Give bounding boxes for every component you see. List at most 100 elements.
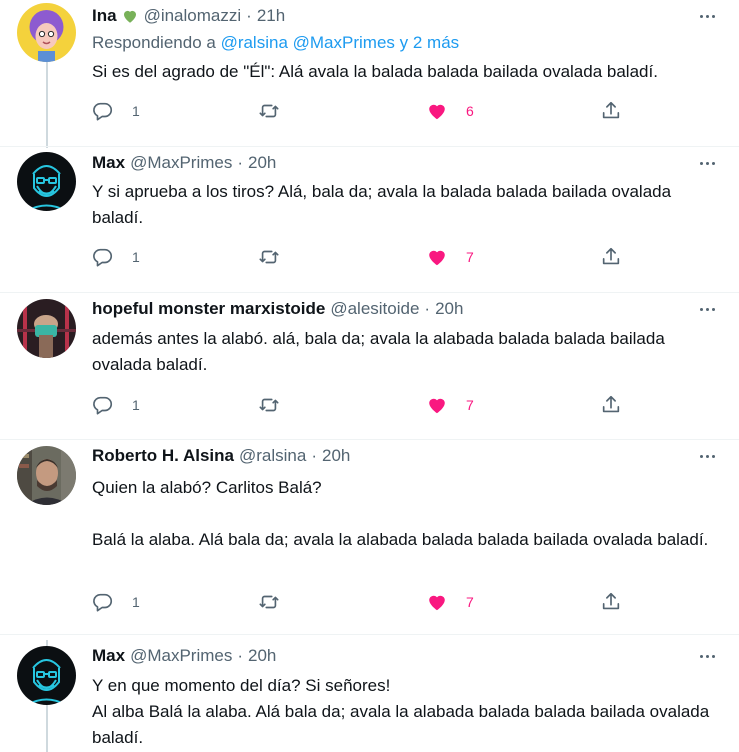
reply-count: 1 [132,103,140,119]
timestamp[interactable]: 20h [248,645,276,667]
like-count: 7 [466,594,474,610]
reply-button[interactable]: 1 [92,590,140,614]
tweet[interactable]: Ina @inalomazzi · 21h Respondiendo a @ra… [0,0,739,147]
mention-link[interactable]: @ralsina [221,33,288,52]
reply-icon [93,102,113,121]
tweet-paragraph: Y en que momento del día? Si señores! [92,676,391,695]
green-heart-icon [123,10,136,23]
share-button[interactable] [600,245,622,269]
more-options-icon[interactable] [695,644,719,668]
timestamp[interactable]: 21h [257,5,285,27]
retweet-icon [259,250,279,264]
heart-filled-icon [429,595,445,611]
author-name[interactable]: Ina [92,5,117,27]
tweet-header: hopeful monster marxistoide @alesitoide … [92,298,463,320]
author-handle[interactable]: @MaxPrimes [130,645,232,667]
share-button[interactable] [600,393,622,417]
tweet-text: Quien la alabó? Carlitos Balá? Balá la a… [92,475,722,553]
more-options-icon[interactable] [695,4,719,28]
tweet-actions: 1 7 [92,590,632,614]
author-name[interactable]: Max [92,645,125,667]
replying-prefix: Respondiendo a [92,33,216,52]
timestamp[interactable]: 20h [435,298,463,320]
tweet-header: Max @MaxPrimes · 20h [92,152,276,174]
more-mentions-link[interactable]: y 2 más [400,33,460,52]
timestamp[interactable]: 20h [322,445,350,467]
like-count: 6 [466,103,474,119]
separator: · [237,153,244,172]
retweet-button[interactable] [258,245,280,269]
tweet-text: además antes la alabó. alá, bala da; ava… [92,326,722,378]
author-name[interactable]: hopeful monster marxistoide [92,298,325,320]
tweet-text: Y si aprueba a los tiros? Alá, bala da; … [92,179,722,231]
share-button[interactable] [600,99,622,123]
mention-link[interactable]: @MaxPrimes [293,33,395,52]
timestamp[interactable]: 20h [248,152,276,174]
like-button[interactable]: 7 [426,245,474,269]
tweet-header: Roberto H. Alsina @ralsina · 20h [92,445,350,467]
reply-button[interactable]: 1 [92,393,140,417]
retweet-icon [259,595,279,609]
like-count: 7 [466,249,474,265]
tweet-text: Y en que momento del día? Si señores! Al… [92,673,722,751]
reply-icon [93,593,113,612]
avatar[interactable] [17,646,76,705]
tweet-paragraph: Si es del agrado de "Él": Alá avala la b… [92,62,658,81]
avatar[interactable] [17,152,76,211]
tweet-paragraph: Y si aprueba a los tiros? Alá, bala da; … [92,182,672,227]
reply-count: 1 [132,594,140,610]
tweet-text: Si es del agrado de "Él": Alá avala la b… [92,59,722,85]
reply-button[interactable]: 1 [92,99,140,123]
share-icon [602,395,620,413]
author-handle[interactable]: @MaxPrimes [130,152,232,174]
separator: · [237,646,244,665]
like-button[interactable]: 7 [426,590,474,614]
author-handle[interactable]: @inalomazzi [144,5,242,27]
retweet-button[interactable] [258,393,280,417]
share-icon [602,592,620,610]
replying-to: Respondiendo a @ralsina @MaxPrimes y 2 m… [92,32,459,54]
author-name[interactable]: Max [92,152,125,174]
share-button[interactable] [600,590,622,614]
like-button[interactable]: 7 [426,393,474,417]
avatar[interactable] [17,446,76,505]
tweet-paragraph: Al alba Balá la alaba. Alá bala da; aval… [92,702,710,747]
avatar[interactable] [17,299,76,358]
retweet-button[interactable] [258,590,280,614]
share-icon [602,247,620,265]
more-options-icon[interactable] [695,151,719,175]
heart-filled-icon [429,398,445,414]
retweet-icon [259,104,279,118]
tweet-header: Ina @inalomazzi · 21h [92,5,285,27]
author-name[interactable]: Roberto H. Alsina [92,445,234,467]
author-handle[interactable]: @alesitoide [330,298,419,320]
like-button[interactable]: 6 [426,99,474,123]
separator: · [311,446,318,465]
heart-filled-icon [429,250,445,266]
share-icon [602,101,620,119]
tweet[interactable]: Max @MaxPrimes · 20h Y en que momento de… [0,640,739,752]
separator: · [246,6,252,25]
tweet-actions: 1 7 [92,245,632,269]
tweet-header: Max @MaxPrimes · 20h [92,645,276,667]
retweet-icon [259,398,279,412]
reply-count: 1 [132,249,140,265]
tweet-paragraph: además antes la alabó. alá, bala da; ava… [92,329,665,374]
reply-icon [93,248,113,267]
tweet[interactable]: Roberto H. Alsina @ralsina · 20h Quien l… [0,440,739,635]
reply-count: 1 [132,397,140,413]
tweet[interactable]: Max @MaxPrimes · 20h Y si aprueba a los … [0,147,739,293]
author-handle[interactable]: @ralsina [239,445,306,467]
reply-button[interactable]: 1 [92,245,140,269]
tweet-paragraph: Balá la alaba. Alá bala da; avala la ala… [92,530,709,549]
more-options-icon[interactable] [695,297,719,321]
separator: · [424,299,431,318]
retweet-button[interactable] [258,99,280,123]
avatar[interactable] [17,3,76,62]
tweet-actions: 1 6 [92,99,632,123]
more-options-icon[interactable] [695,444,719,468]
tweet[interactable]: hopeful monster marxistoide @alesitoide … [0,293,739,440]
tweet-actions: 1 7 [92,393,632,417]
tweet-paragraph: Quien la alabó? Carlitos Balá? [92,478,322,497]
reply-icon [93,396,113,415]
